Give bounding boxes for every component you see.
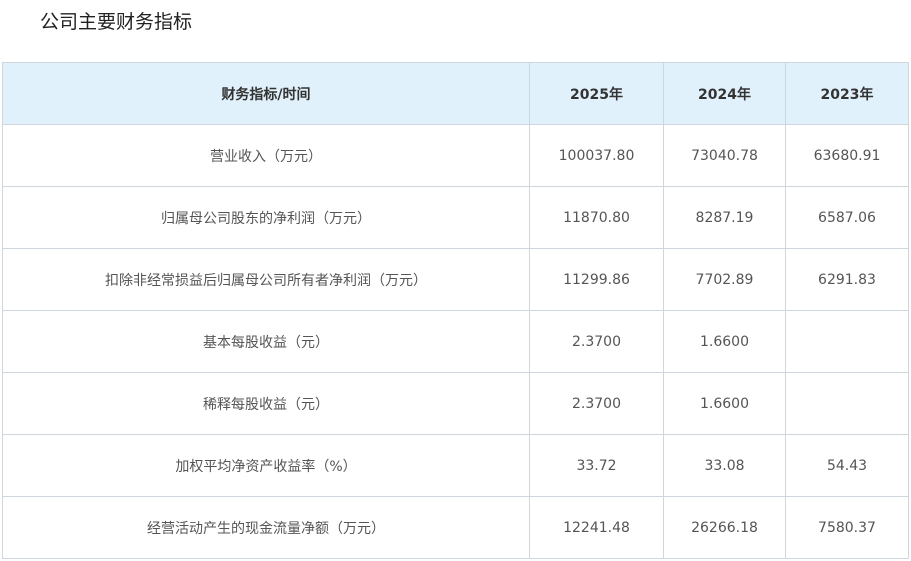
cell-2024: 1.6600: [663, 372, 786, 435]
financial-indicators-table: 财务指标/时间 2025年 2024年 2023年 营业收入（万元） 10003…: [2, 62, 909, 559]
table-row: 扣除非经常损益后归属母公司所有者净利润（万元） 11299.86 7702.89…: [2, 248, 909, 311]
header-indicator: 财务指标/时间: [2, 62, 530, 125]
cell-2023: 6587.06: [785, 186, 909, 249]
header-year-2025: 2025年: [529, 62, 664, 125]
cell-2024: 26266.18: [663, 496, 786, 559]
cell-2024: 8287.19: [663, 186, 786, 249]
cell-2024: 1.6600: [663, 310, 786, 373]
table-row: 稀释每股收益（元） 2.3700 1.6600: [2, 372, 909, 435]
cell-2023: 63680.91: [785, 124, 909, 187]
cell-2023: [785, 372, 909, 435]
table-header-row: 财务指标/时间 2025年 2024年 2023年: [2, 62, 909, 125]
table-row: 基本每股收益（元） 2.3700 1.6600: [2, 310, 909, 373]
header-year-2024: 2024年: [663, 62, 786, 125]
table-row: 归属母公司股东的净利润（万元） 11870.80 8287.19 6587.06: [2, 186, 909, 249]
cell-2025: 2.3700: [529, 310, 664, 373]
cell-2023: 7580.37: [785, 496, 909, 559]
cell-2025: 11299.86: [529, 248, 664, 311]
cell-2025: 11870.80: [529, 186, 664, 249]
cell-2025: 12241.48: [529, 496, 664, 559]
cell-2024: 33.08: [663, 434, 786, 497]
row-label: 经营活动产生的现金流量净额（万元）: [2, 496, 530, 559]
cell-2025: 2.3700: [529, 372, 664, 435]
cell-2023: [785, 310, 909, 373]
cell-2025: 100037.80: [529, 124, 664, 187]
row-label: 扣除非经常损益后归属母公司所有者净利润（万元）: [2, 248, 530, 311]
table-row: 经营活动产生的现金流量净额（万元） 12241.48 26266.18 7580…: [2, 496, 909, 559]
cell-2023: 54.43: [785, 434, 909, 497]
cell-2024: 73040.78: [663, 124, 786, 187]
table-row: 营业收入（万元） 100037.80 73040.78 63680.91: [2, 124, 909, 187]
row-label: 加权平均净资产收益率（%）: [2, 434, 530, 497]
page-title: 公司主要财务指标: [40, 11, 193, 33]
cell-2023: 6291.83: [785, 248, 909, 311]
cell-2025: 33.72: [529, 434, 664, 497]
header-year-2023: 2023年: [785, 62, 909, 125]
row-label: 基本每股收益（元）: [2, 310, 530, 373]
row-label: 营业收入（万元）: [2, 124, 530, 187]
table-row: 加权平均净资产收益率（%） 33.72 33.08 54.43: [2, 434, 909, 497]
row-label: 稀释每股收益（元）: [2, 372, 530, 435]
cell-2024: 7702.89: [663, 248, 786, 311]
row-label: 归属母公司股东的净利润（万元）: [2, 186, 530, 249]
